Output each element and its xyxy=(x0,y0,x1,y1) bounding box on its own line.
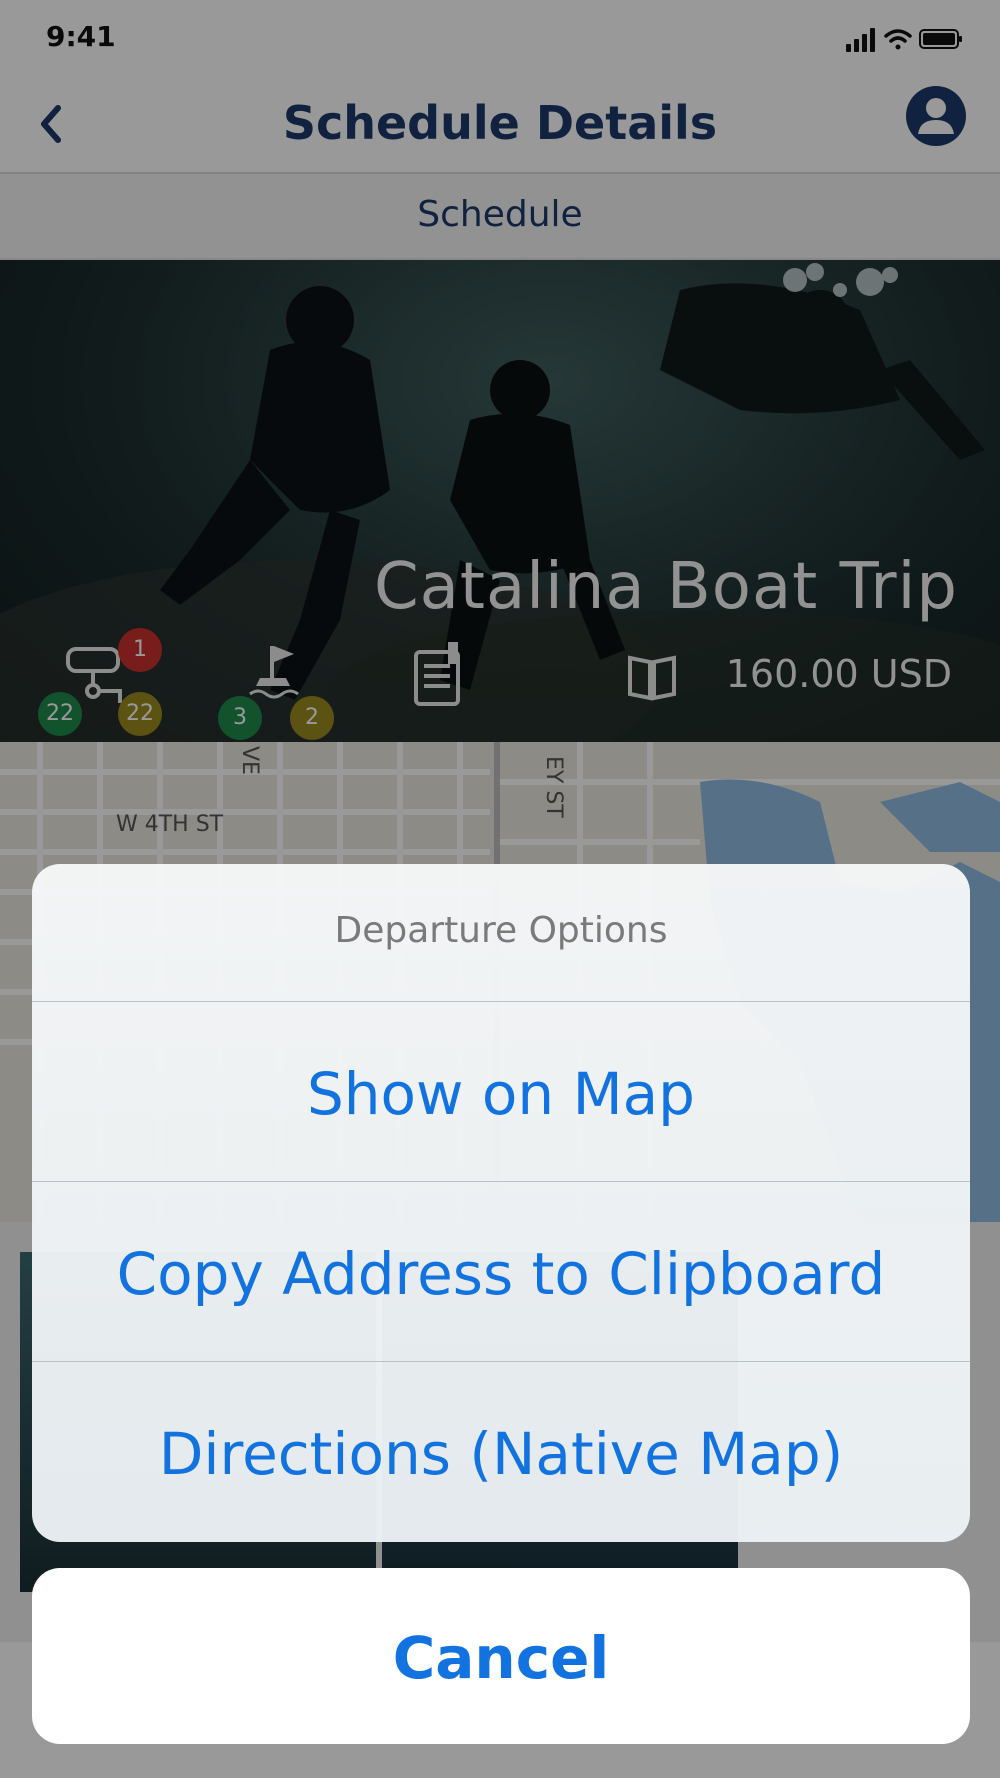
cancel-button[interactable]: Cancel xyxy=(32,1568,970,1744)
copy-address-button[interactable]: Copy Address to Clipboard xyxy=(32,1182,970,1362)
option-label: Show on Map xyxy=(306,1060,696,1128)
cancel-label: Cancel xyxy=(392,1624,610,1692)
option-label: Directions (Native Map) xyxy=(158,1420,844,1488)
action-sheet-header: Departure Options xyxy=(32,864,970,1002)
departure-options-action-sheet: Departure Options Show on Map Copy Addre… xyxy=(32,864,970,1542)
option-label: Copy Address to Clipboard xyxy=(116,1240,886,1308)
action-sheet-title: Departure Options xyxy=(334,910,668,951)
directions-native-map-button[interactable]: Directions (Native Map) xyxy=(32,1362,970,1542)
show-on-map-button[interactable]: Show on Map xyxy=(32,1002,970,1182)
